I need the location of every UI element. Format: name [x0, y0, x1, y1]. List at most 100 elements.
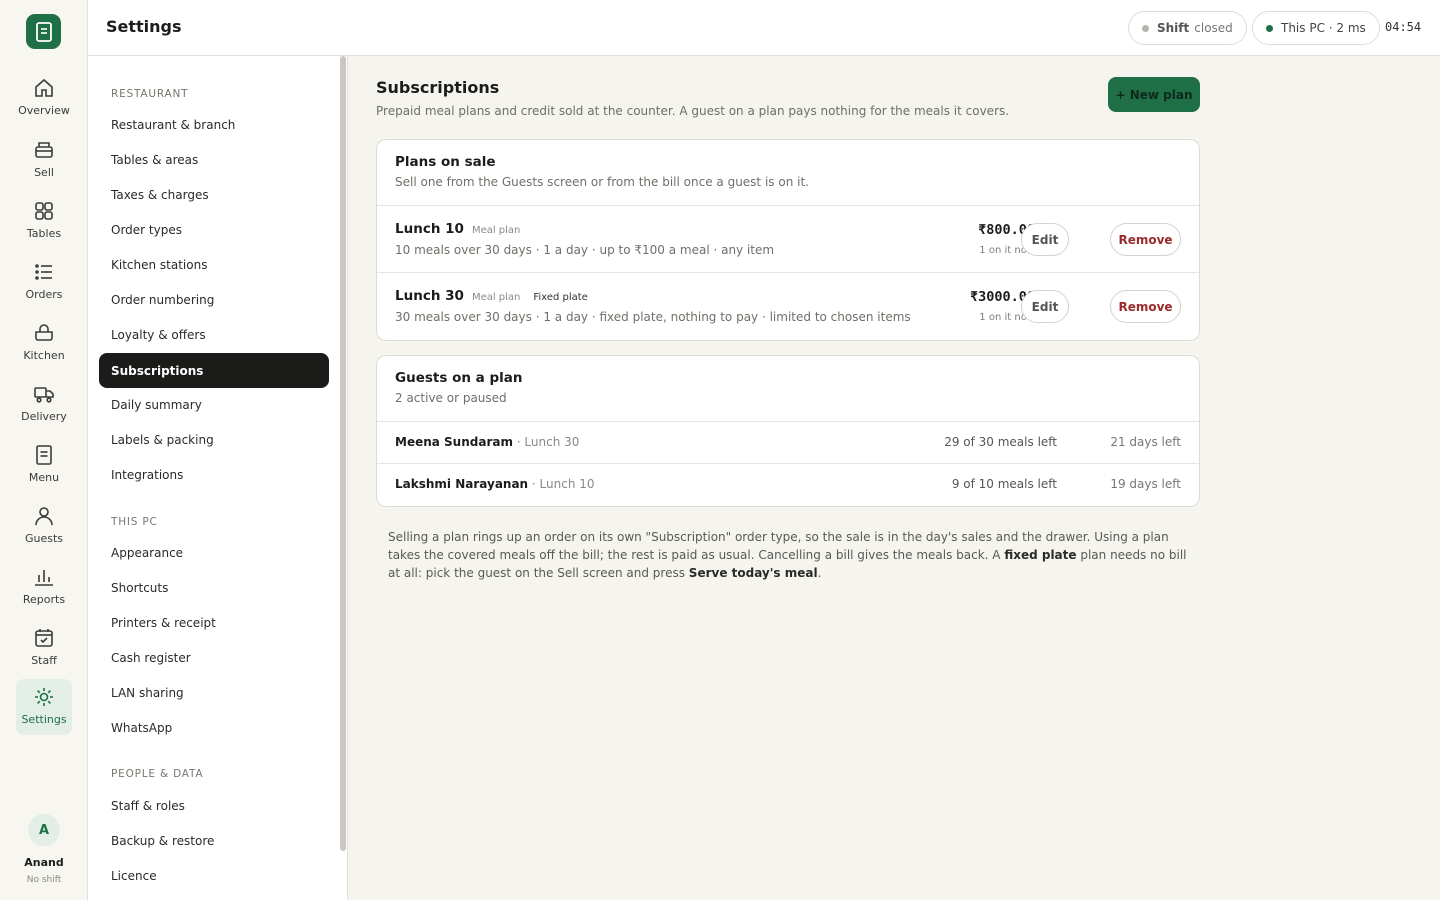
rail-item-label: Guests [24, 532, 64, 545]
clock: 04:54 [1385, 20, 1422, 34]
rail-item-label: Delivery [21, 410, 67, 423]
nav-item-licence[interactable]: Licence [99, 858, 329, 893]
nav-item-order-numbering[interactable]: Order numbering [99, 282, 329, 317]
nav-item-backup-restore[interactable]: Backup & restore [99, 823, 329, 858]
rail-item-orders[interactable]: Orders [16, 254, 72, 310]
user-profile[interactable]: A Anand No shift [0, 814, 88, 885]
plans-card: Plans on sale Sell one from the Guests s… [376, 139, 1200, 341]
note-bold: fixed plate [1004, 548, 1077, 562]
guest-meals-left: 29 of 30 meals left [944, 435, 1057, 449]
edit-plan-button[interactable]: Edit [1021, 290, 1069, 323]
rail-item-guests[interactable]: Guests [16, 498, 72, 554]
rail-item-kitchen[interactable]: Kitchen [16, 315, 72, 371]
plan-name: Lunch 30 [395, 288, 464, 304]
plan-description: 10 meals over 30 days · 1 a day · up to … [395, 243, 775, 257]
app-logo[interactable] [26, 14, 61, 49]
person-icon [35, 507, 53, 526]
bar-chart-icon [35, 570, 53, 586]
nav-item-integrations[interactable]: Integrations [99, 457, 329, 492]
plan-row: Lunch 10 Meal plan 10 meals over 30 days… [377, 206, 1199, 273]
rail-item-label: Staff [31, 654, 57, 667]
guest-days-left: 19 days left [1110, 477, 1181, 491]
guest-name-cell: Meena Sundaram · Lunch 30 [395, 435, 579, 449]
remove-plan-button[interactable]: Remove [1110, 290, 1181, 323]
register-icon [35, 142, 53, 158]
nav-scrollbar[interactable] [340, 56, 346, 851]
remove-plan-button[interactable]: Remove [1110, 223, 1181, 256]
nav-section-heading: THIS PC [111, 516, 158, 528]
table-row[interactable]: Lakshmi Narayanan · Lunch 10 9 of 10 mea… [377, 464, 1199, 506]
rail-item-tables[interactable]: Tables [16, 193, 72, 249]
nav-item-tables-areas[interactable]: Tables & areas [99, 142, 329, 177]
rail-item-menu[interactable]: Menu [16, 437, 72, 493]
list-icon [35, 264, 52, 280]
nav-item-daily-summary[interactable]: Daily summary [99, 387, 329, 422]
pc-status-pill[interactable]: This PC · 2 ms [1252, 11, 1380, 45]
guest-plan: · Lunch 10 [528, 477, 595, 491]
nav-item-subscriptions[interactable]: Subscriptions [99, 353, 329, 388]
nav-item-taxes-charges[interactable]: Taxes & charges [99, 177, 329, 212]
plan-name-line: Lunch 30 Meal plan Fixed plate [395, 288, 588, 304]
guests-card: Guests on a plan 2 active or paused Meen… [376, 355, 1200, 507]
page-title: Settings [106, 17, 182, 36]
guest-name: Meena Sundaram [395, 435, 513, 449]
guest-plan: · Lunch 30 [512, 435, 580, 449]
guest-name: Lakshmi Narayanan [395, 477, 529, 491]
rail-item-label: Reports [22, 593, 66, 606]
nav-item-order-types[interactable]: Order types [99, 212, 329, 247]
section-subtitle: Prepaid meal plans and credit sold at th… [376, 104, 1010, 118]
home-icon [35, 78, 53, 97]
new-plan-button[interactable]: + New plan [1108, 77, 1200, 112]
shift-label: Shift [1157, 21, 1190, 35]
rail-item-delivery[interactable]: Delivery [16, 376, 72, 432]
plan-name-line: Lunch 10 Meal plan [395, 221, 520, 237]
nav-item-kitchen-stations[interactable]: Kitchen stations [99, 247, 329, 282]
guest-meals-left: 9 of 10 meals left [951, 477, 1057, 491]
user-shift-status: No shift [26, 875, 62, 885]
rail-item-label: Sell [34, 166, 54, 179]
pc-status: This PC · 2 ms [1281, 21, 1366, 35]
nav-item-labels-packing[interactable]: Labels & packing [99, 422, 329, 457]
nav-item-appearance[interactable]: Appearance [99, 535, 329, 570]
table-row[interactable]: Meena Sundaram · Lunch 30 29 of 30 meals… [377, 422, 1199, 464]
pot-icon [35, 324, 53, 341]
truck-icon [34, 387, 54, 403]
receipt-logo-icon [35, 21, 52, 42]
rail-item-label: Orders [25, 288, 63, 301]
guests-card-header: Guests on a plan 2 active or paused [377, 356, 1199, 422]
edit-plan-button[interactable]: Edit [1021, 223, 1069, 256]
avatar[interactable]: A [28, 814, 60, 846]
nav-item-printers-receipt[interactable]: Printers & receipt [99, 605, 329, 640]
rail-item-label: Menu [28, 471, 60, 484]
rail-item-overview[interactable]: Overview [16, 70, 72, 126]
nav-item-restaurant-branch[interactable]: Restaurant & branch [99, 107, 329, 142]
rail-item-label: Kitchen [23, 349, 65, 362]
plan-description: 30 meals over 30 days · 1 a day · fixed … [395, 310, 911, 324]
app-rail: Overview Sell Tables Orders Kitchen Deli… [0, 0, 88, 900]
nav-item-whatsapp[interactable]: WhatsApp [99, 710, 329, 745]
guests-card-title: Guests on a plan [395, 370, 523, 386]
plans-card-subtitle: Sell one from the Guests screen or from … [395, 175, 809, 189]
nav-item-cash-register[interactable]: Cash register [99, 640, 329, 675]
note-text: . [817, 566, 822, 580]
gear-icon [35, 688, 53, 706]
rail-item-label: Overview [18, 104, 70, 117]
guest-days-left: 21 days left [1110, 435, 1181, 449]
nav-item-staff-roles[interactable]: Staff & roles [99, 788, 329, 823]
shift-status-pill[interactable]: Shift closed [1128, 11, 1247, 45]
rail-item-staff[interactable]: Staff [16, 620, 72, 676]
section-title: Subscriptions [376, 78, 500, 97]
help-note: Selling a plan rings up an order on its … [388, 528, 1188, 582]
user-name: Anand [24, 856, 64, 869]
shift-status: closed [1194, 21, 1233, 35]
nav-item-loyalty-offers[interactable]: Loyalty & offers [99, 317, 329, 352]
guests-card-subtitle: 2 active or paused [395, 391, 507, 405]
settings-nav: RESTAURANT Restaurant & branch Tables & … [88, 56, 348, 900]
rail-item-reports[interactable]: Reports [16, 559, 72, 615]
nav-item-lan-sharing[interactable]: LAN sharing [99, 675, 329, 710]
rail-item-sell[interactable]: Sell [16, 132, 72, 188]
nav-item-shortcuts[interactable]: Shortcuts [99, 570, 329, 605]
rail-item-settings[interactable]: Settings [16, 679, 72, 735]
guest-name-cell: Lakshmi Narayanan · Lunch 10 [395, 477, 595, 491]
document-icon [36, 445, 52, 465]
